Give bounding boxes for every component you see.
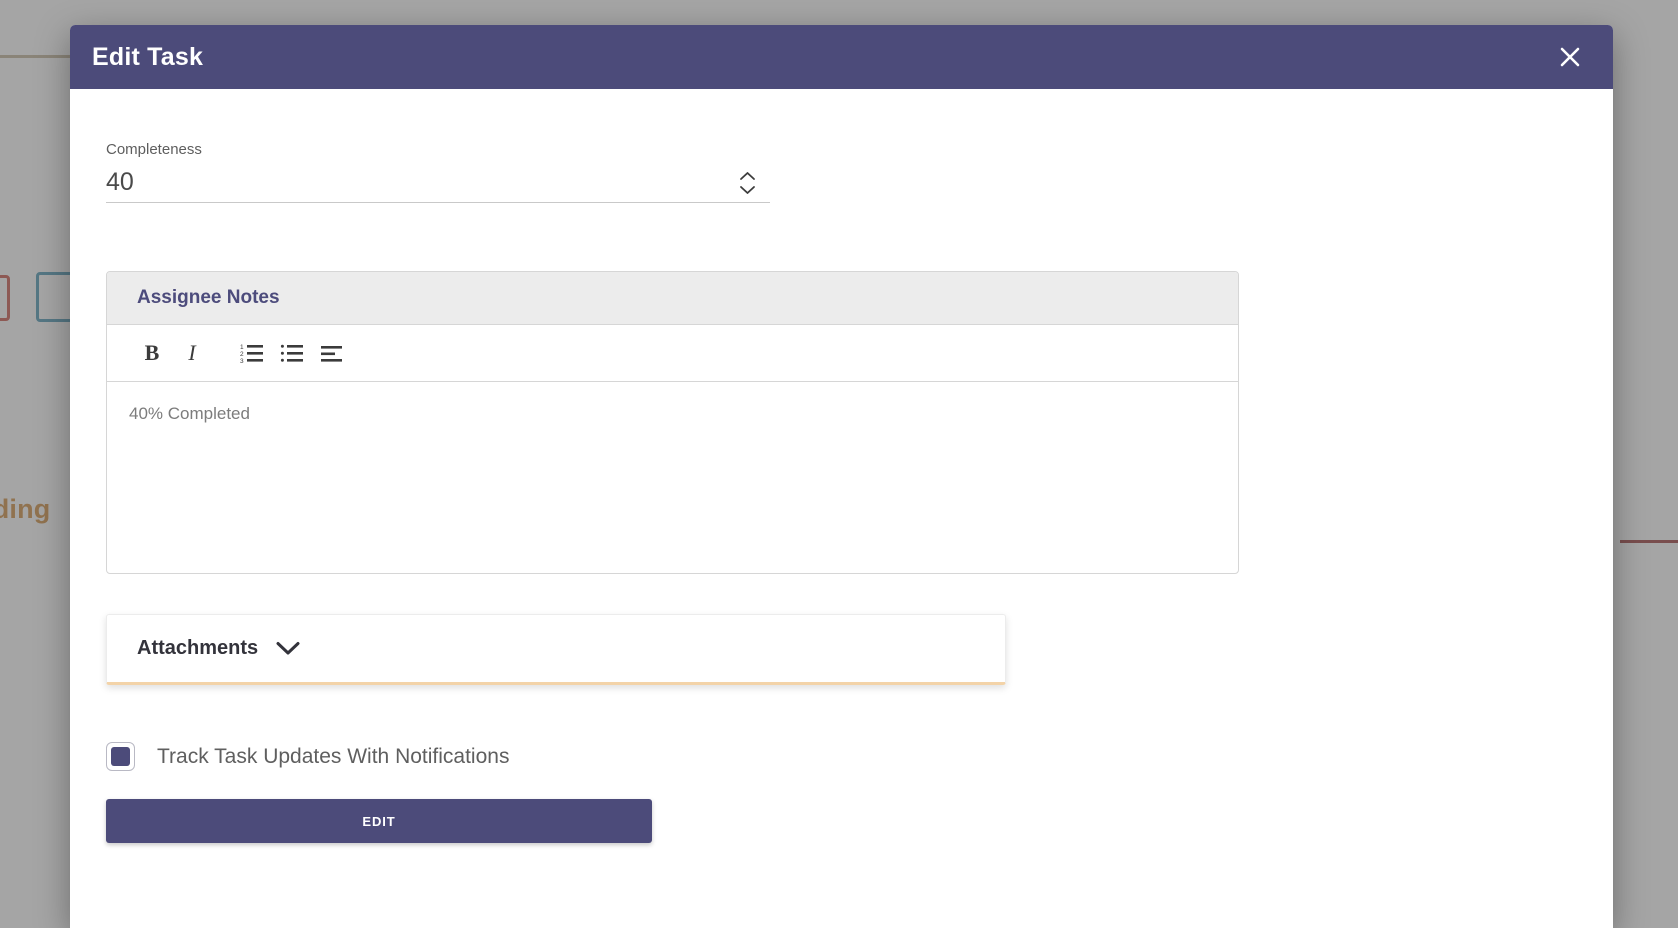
align-left-icon[interactable] (312, 333, 352, 373)
attachments-accordion[interactable]: Attachments (106, 614, 1006, 685)
track-updates-label: Track Task Updates With Notifications (157, 744, 510, 768)
svg-text:3: 3 (240, 358, 244, 364)
svg-text:1: 1 (240, 344, 244, 351)
italic-icon[interactable]: I (172, 333, 212, 373)
assignee-notes-editor[interactable]: 40% Completed (107, 382, 1238, 573)
svg-text:2: 2 (240, 351, 244, 358)
track-updates-checkbox[interactable] (106, 742, 135, 771)
ordered-list-icon[interactable]: 1 2 3 (232, 333, 272, 373)
track-updates-checkbox-row[interactable]: Track Task Updates With Notifications (106, 742, 1613, 771)
assignee-notes-title: Assignee Notes (137, 287, 280, 308)
assignee-notes-card: Assignee Notes B I 1 2 3 40% Completed (106, 271, 1239, 574)
assignee-notes-header: Assignee Notes (107, 272, 1238, 325)
edit-button[interactable]: EDIT (106, 799, 652, 843)
dialog-title: Edit Task (92, 42, 204, 71)
quantity-stepper[interactable] (739, 171, 770, 195)
completeness-field-block: Completeness 40 (70, 141, 1613, 203)
close-icon[interactable] (1553, 40, 1587, 74)
completeness-input[interactable]: 40 (106, 170, 134, 195)
bold-icon[interactable]: B (132, 333, 172, 373)
edit-task-dialog: Edit Task Completeness 40 Assignee Notes… (70, 25, 1613, 928)
completeness-label: Completeness (106, 141, 202, 158)
rich-text-toolbar: B I 1 2 3 (107, 325, 1238, 382)
chevron-down-icon[interactable] (276, 641, 300, 656)
checkbox-checked-fill (111, 747, 130, 766)
completeness-input-wrap[interactable]: 40 (106, 170, 770, 203)
chevron-down-icon (740, 186, 755, 194)
dialog-header: Edit Task (70, 25, 1613, 89)
dialog-body: Completeness 40 Assignee Notes B I 1 2 3… (70, 89, 1613, 843)
chevron-up-icon (740, 172, 755, 180)
attachments-title: Attachments (137, 637, 259, 659)
unordered-list-icon[interactable] (272, 333, 312, 373)
